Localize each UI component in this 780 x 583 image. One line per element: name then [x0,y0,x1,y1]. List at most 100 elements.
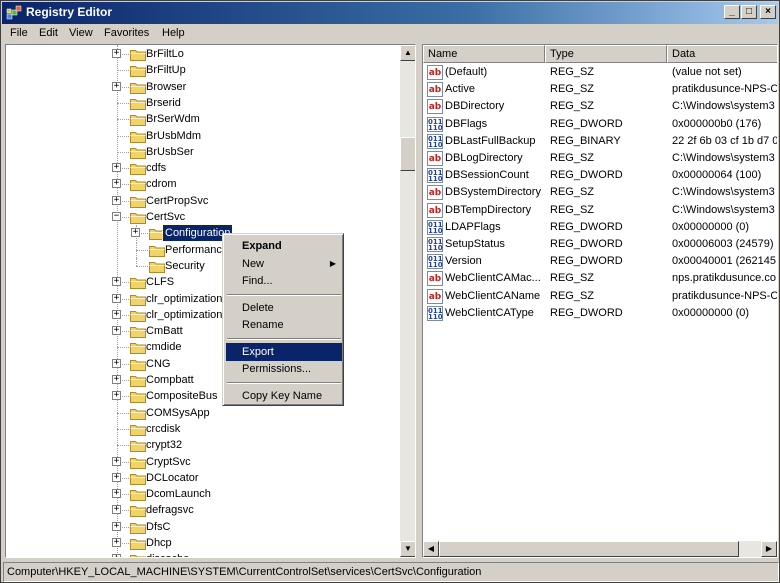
value-data: C:\Windows\system3 [672,186,775,199]
menu-file[interactable]: File [10,27,28,39]
expand-icon[interactable]: + [112,49,121,58]
list-scroll-thumb[interactable] [439,541,739,557]
tree-key[interactable]: BrUsbSer [6,144,396,160]
value-row[interactable]: 011 110 WebClientCAType REG_DWORD 0x0000000… [423,305,777,322]
expand-icon[interactable]: + [112,505,121,515]
tree-key[interactable]: + DCLocator [6,470,396,486]
close-button[interactable]: × [760,5,776,19]
collapse-icon[interactable]: − [112,212,121,221]
tree-key[interactable]: + DfsC [6,519,396,535]
column-header-data[interactable]: Data [667,45,777,63]
tree-key-label: clr_optimization_ [146,308,229,321]
tree-connector-line [117,70,129,72]
scroll-right-button[interactable]: ▶ [761,541,777,557]
tree-key[interactable]: + CertPropSvc [6,193,396,209]
tree-key[interactable]: + DcomLaunch [6,486,396,502]
tree-key[interactable]: + discache [6,551,396,557]
maximize-button[interactable]: □ [741,5,757,19]
tree-key[interactable]: + defragsvc [6,502,396,518]
context-menu-find[interactable]: Find... [226,272,342,290]
value-row[interactable]: 011 110 DBFlags REG_DWORD 0x000000b0 (176) [423,116,777,133]
value-row[interactable]: ab Active REG_SZ pratikdusunce-NPS-C [423,81,777,98]
value-row[interactable]: ab DBDirectory REG_SZ C:\Windows\system3 [423,98,777,115]
scroll-up-button[interactable]: ▲ [400,45,415,61]
expand-icon[interactable]: + [112,309,121,319]
tree-key-label: Browser [146,80,187,93]
value-data: (value not set) [672,66,742,78]
expand-icon[interactable]: + [112,81,121,91]
value-row[interactable]: ab DBTempDirectory REG_SZ C:\Windows\system… [423,202,777,219]
expand-icon[interactable]: + [112,293,121,303]
dword-value-icon: 011 110 [427,168,443,184]
context-menu-permissions[interactable]: Permissions... [226,360,342,378]
tree-key-label: CmBatt [146,325,183,338]
value-data: pratikdusunce-NPS-C [672,289,778,302]
tree-key[interactable]: + Dhcp [6,535,396,551]
context-menu-delete[interactable]: Delete [226,299,342,317]
value-row[interactable]: ab WebClientCAName REG_SZ pratikdusunce-NPS… [423,288,778,305]
value-row[interactable]: 011 110 LDAPFlags REG_DWORD 0x00000000 (0) [423,219,777,236]
expand-icon[interactable]: + [112,326,121,336]
list-horizontal-scrollbar[interactable]: ◀ ▶ [423,541,777,557]
expand-icon[interactable]: + [112,472,121,482]
tree-key-label: clr_optimization_ [146,292,229,305]
expand-icon[interactable]: + [131,228,140,238]
expand-icon[interactable]: + [112,391,121,401]
value-row[interactable]: ab WebClientCAMac... REG_SZ nps.pratikdusun… [423,270,777,287]
context-menu-copy-key-name[interactable]: Copy Key Name [226,387,342,405]
tree-vertical-scrollbar[interactable]: ▲ ▼ [400,45,415,557]
context-menu-rename[interactable]: Rename [226,316,342,334]
column-header-name[interactable]: Name [423,45,545,63]
value-row[interactable]: ab DBLogDirectory REG_SZ C:\Windows\system3 [423,150,777,167]
expand-icon[interactable]: + [112,277,121,287]
value-row[interactable]: 011 110 Version REG_DWORD 0x00040001 (26214… [423,253,777,270]
tree-key[interactable]: BrFiltUp [6,62,396,78]
expand-icon[interactable]: + [112,358,121,368]
tree-key-label: Compbatt [146,374,194,386]
expand-icon[interactable]: + [112,554,121,557]
value-type: REG_SZ [550,100,595,113]
tree-key[interactable]: + CryptSvc [6,454,396,470]
expand-icon[interactable]: + [112,179,121,189]
value-row[interactable]: 011 110 DBSessionCount REG_DWORD 0x00000064… [423,167,777,184]
tree-key[interactable]: + cdfs [6,160,396,176]
menu-view[interactable]: View [69,27,93,39]
title-bar[interactable]: Registry Editor _ □ × [2,2,778,24]
menu-favorites[interactable]: Favorites [104,27,149,39]
expand-icon[interactable]: + [112,489,121,499]
tree-scroll-thumb[interactable] [400,137,415,171]
tree-key[interactable]: − CertSvc [6,209,396,225]
expand-icon[interactable]: + [112,456,121,466]
value-row[interactable]: ab (Default) REG_SZ (value not set) [423,64,777,81]
scroll-left-button[interactable]: ◀ [423,541,439,557]
tree-key[interactable]: crcdisk [6,421,396,437]
value-data: 0x00000000 (0) [672,306,750,319]
expand-icon[interactable]: + [112,375,121,384]
value-row[interactable]: 011 110 SetupStatus REG_DWORD 0x00006003 (2… [423,236,777,253]
column-header-type[interactable]: Type [545,45,667,63]
context-menu-export[interactable]: Export [226,342,342,361]
tree-key[interactable]: + Browser [6,79,396,95]
value-row[interactable]: ab DBSystemDirectory REG_SZ C:\Windows\syst… [423,184,777,201]
menu-help[interactable]: Help [162,27,185,39]
tree-key[interactable]: BrUsbMdm [6,128,396,144]
context-menu-expand[interactable]: Expand [226,237,342,255]
minimize-button[interactable]: _ [724,5,740,19]
value-row[interactable]: 011 110 DBLastFullBackup REG_BINARY 22 2f 6… [423,133,777,150]
scroll-down-button[interactable]: ▼ [400,541,415,557]
context-menu-new[interactable]: New ▶ [226,255,342,273]
tree-key[interactable]: + cdrom [6,176,396,192]
tree-key[interactable]: crypt32 [6,437,396,453]
tree-key[interactable]: Brserid [6,95,396,111]
expand-icon[interactable]: + [112,521,121,531]
tree-key-label: cdfs [146,162,167,175]
expand-icon[interactable]: + [112,538,121,547]
expand-icon[interactable]: + [112,195,121,205]
value-type: REG_DWORD [550,220,623,233]
value-type: REG_DWORD [550,117,623,130]
tree-key[interactable]: + BrFiltLo [6,46,396,62]
tree-key[interactable]: BrSerWdm [6,111,396,127]
tree-key[interactable]: COMSysApp [6,405,396,421]
expand-icon[interactable]: + [112,163,121,173]
menu-edit[interactable]: Edit [39,27,58,39]
